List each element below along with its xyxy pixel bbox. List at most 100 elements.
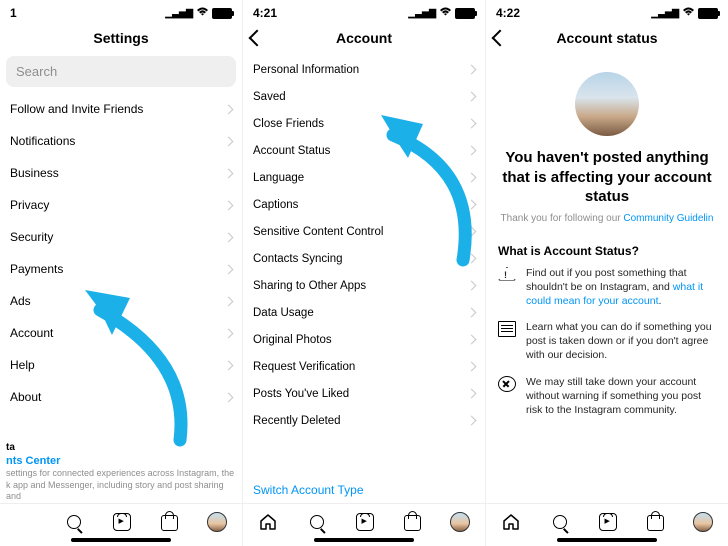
chevron-right-icon [224, 104, 234, 114]
account-item-sharing-to-other-apps[interactable]: Sharing to Other Apps [249, 272, 479, 299]
page-title: Settings [93, 30, 148, 46]
item-label: Payments [10, 262, 63, 276]
info-row: We may still take down your account with… [498, 375, 716, 418]
chevron-right-icon [467, 254, 477, 264]
account-item-account-status[interactable]: Account Status [249, 137, 479, 164]
chevron-right-icon [224, 392, 234, 402]
settings-item-about[interactable]: About [6, 381, 236, 413]
account-item-request-verification[interactable]: Request Verification [249, 353, 479, 380]
nav-header: Account status [486, 24, 728, 56]
tab-bar [243, 503, 485, 536]
chevron-right-icon [224, 328, 234, 338]
search-tab-icon[interactable] [550, 512, 570, 532]
status-bar: 4:21 ▁▃▅▇ [243, 0, 485, 24]
item-label: Recently Deleted [253, 415, 341, 427]
account-status-body: You haven't posted anything that is affe… [486, 56, 728, 503]
chevron-right-icon [467, 416, 477, 426]
home-indicator [557, 538, 657, 542]
signal-icon: ▁▃▅▇ [651, 8, 679, 19]
account-item-posts-you-ve-liked[interactable]: Posts You've Liked [249, 380, 479, 407]
settings-item-account[interactable]: Account [6, 317, 236, 349]
chevron-right-icon [224, 168, 234, 178]
search-tab-icon[interactable] [64, 512, 84, 532]
account-item-sensitive-content-control[interactable]: Sensitive Content Control [249, 218, 479, 245]
document-icon [498, 321, 516, 337]
item-label: Account [10, 326, 53, 340]
chevron-right-icon [224, 200, 234, 210]
status-indicators: ▁▃▅▇ [651, 6, 718, 20]
back-button-icon[interactable] [249, 30, 266, 47]
wifi-icon [439, 6, 452, 20]
profile-tab-icon[interactable] [450, 512, 470, 532]
switch-account-type-link[interactable]: Switch Account Type [243, 477, 485, 503]
item-label: Saved [253, 91, 286, 103]
account-item-original-photos[interactable]: Original Photos [249, 326, 479, 353]
sub-prefix: Thank you for following our [501, 213, 624, 224]
account-item-personal-information[interactable]: Personal Information [249, 56, 479, 83]
item-label: Close Friends [253, 118, 324, 130]
wifi-icon [196, 6, 209, 20]
account-item-close-friends[interactable]: Close Friends [249, 110, 479, 137]
settings-item-privacy[interactable]: Privacy [6, 189, 236, 221]
home-tab-icon[interactable] [258, 512, 278, 532]
community-guidelines-link[interactable]: Community Guidelin [623, 213, 713, 224]
info-text: Find out if you post something that shou… [526, 266, 716, 309]
item-label: Posts You've Liked [253, 388, 349, 400]
info-link[interactable]: what it could mean for your account [526, 281, 703, 307]
reels-tab-icon[interactable] [113, 513, 131, 531]
warning-icon [498, 267, 516, 281]
search-tab-icon[interactable] [307, 512, 327, 532]
signal-icon: ▁▃▅▇ [165, 8, 193, 19]
item-label: Request Verification [253, 361, 355, 373]
status-time: 4:21 [253, 6, 408, 20]
account-item-captions[interactable]: Captions [249, 191, 479, 218]
battery-icon [698, 8, 718, 19]
chevron-right-icon [467, 227, 477, 237]
chevron-right-icon [224, 232, 234, 242]
item-label: Account Status [253, 145, 330, 157]
settings-item-notifications[interactable]: Notifications [6, 125, 236, 157]
shop-tab-icon[interactable] [404, 515, 421, 531]
tab-bar [486, 503, 728, 536]
home-tab-icon[interactable] [501, 512, 521, 532]
reels-tab-icon[interactable] [356, 513, 374, 531]
account-item-recently-deleted[interactable]: Recently Deleted [249, 407, 479, 434]
chevron-right-icon [467, 200, 477, 210]
back-button-icon[interactable] [492, 30, 509, 47]
profile-avatar [575, 72, 639, 136]
settings-item-security[interactable]: Security [6, 221, 236, 253]
search-input[interactable]: Search [6, 56, 236, 87]
item-label: Contacts Syncing [253, 253, 343, 265]
chevron-right-icon [467, 362, 477, 372]
battery-icon [212, 8, 232, 19]
shop-tab-icon[interactable] [161, 515, 178, 531]
settings-item-payments[interactable]: Payments [6, 253, 236, 285]
profile-tab-icon[interactable] [693, 512, 713, 532]
item-label: Help [10, 358, 35, 372]
chevron-right-icon [224, 264, 234, 274]
settings-item-business[interactable]: Business [6, 157, 236, 189]
status-bar: 1 ▁▃▅▇ [0, 0, 242, 24]
account-item-language[interactable]: Language [249, 164, 479, 191]
reels-tab-icon[interactable] [599, 513, 617, 531]
nav-header: Settings [0, 24, 242, 56]
item-label: Sensitive Content Control [253, 226, 383, 238]
profile-tab-icon[interactable] [207, 512, 227, 532]
meta-brand-label: ta [6, 441, 236, 454]
item-label: Follow and Invite Friends [10, 102, 143, 116]
settings-item-help[interactable]: Help [6, 349, 236, 381]
shop-tab-icon[interactable] [647, 515, 664, 531]
wifi-icon [682, 6, 695, 20]
settings-item-follow-and-invite-friends[interactable]: Follow and Invite Friends [6, 93, 236, 125]
signal-icon: ▁▃▅▇ [408, 8, 436, 19]
chevron-right-icon [224, 136, 234, 146]
accounts-center-link[interactable]: nts Center [6, 454, 236, 468]
account-item-saved[interactable]: Saved [249, 83, 479, 110]
what-is-heading: What is Account Status? [498, 244, 716, 258]
settings-item-ads[interactable]: Ads [6, 285, 236, 317]
tab-bar [0, 503, 242, 536]
account-item-contacts-syncing[interactable]: Contacts Syncing [249, 245, 479, 272]
chevron-right-icon [467, 389, 477, 399]
item-label: Original Photos [253, 334, 332, 346]
account-item-data-usage[interactable]: Data Usage [249, 299, 479, 326]
